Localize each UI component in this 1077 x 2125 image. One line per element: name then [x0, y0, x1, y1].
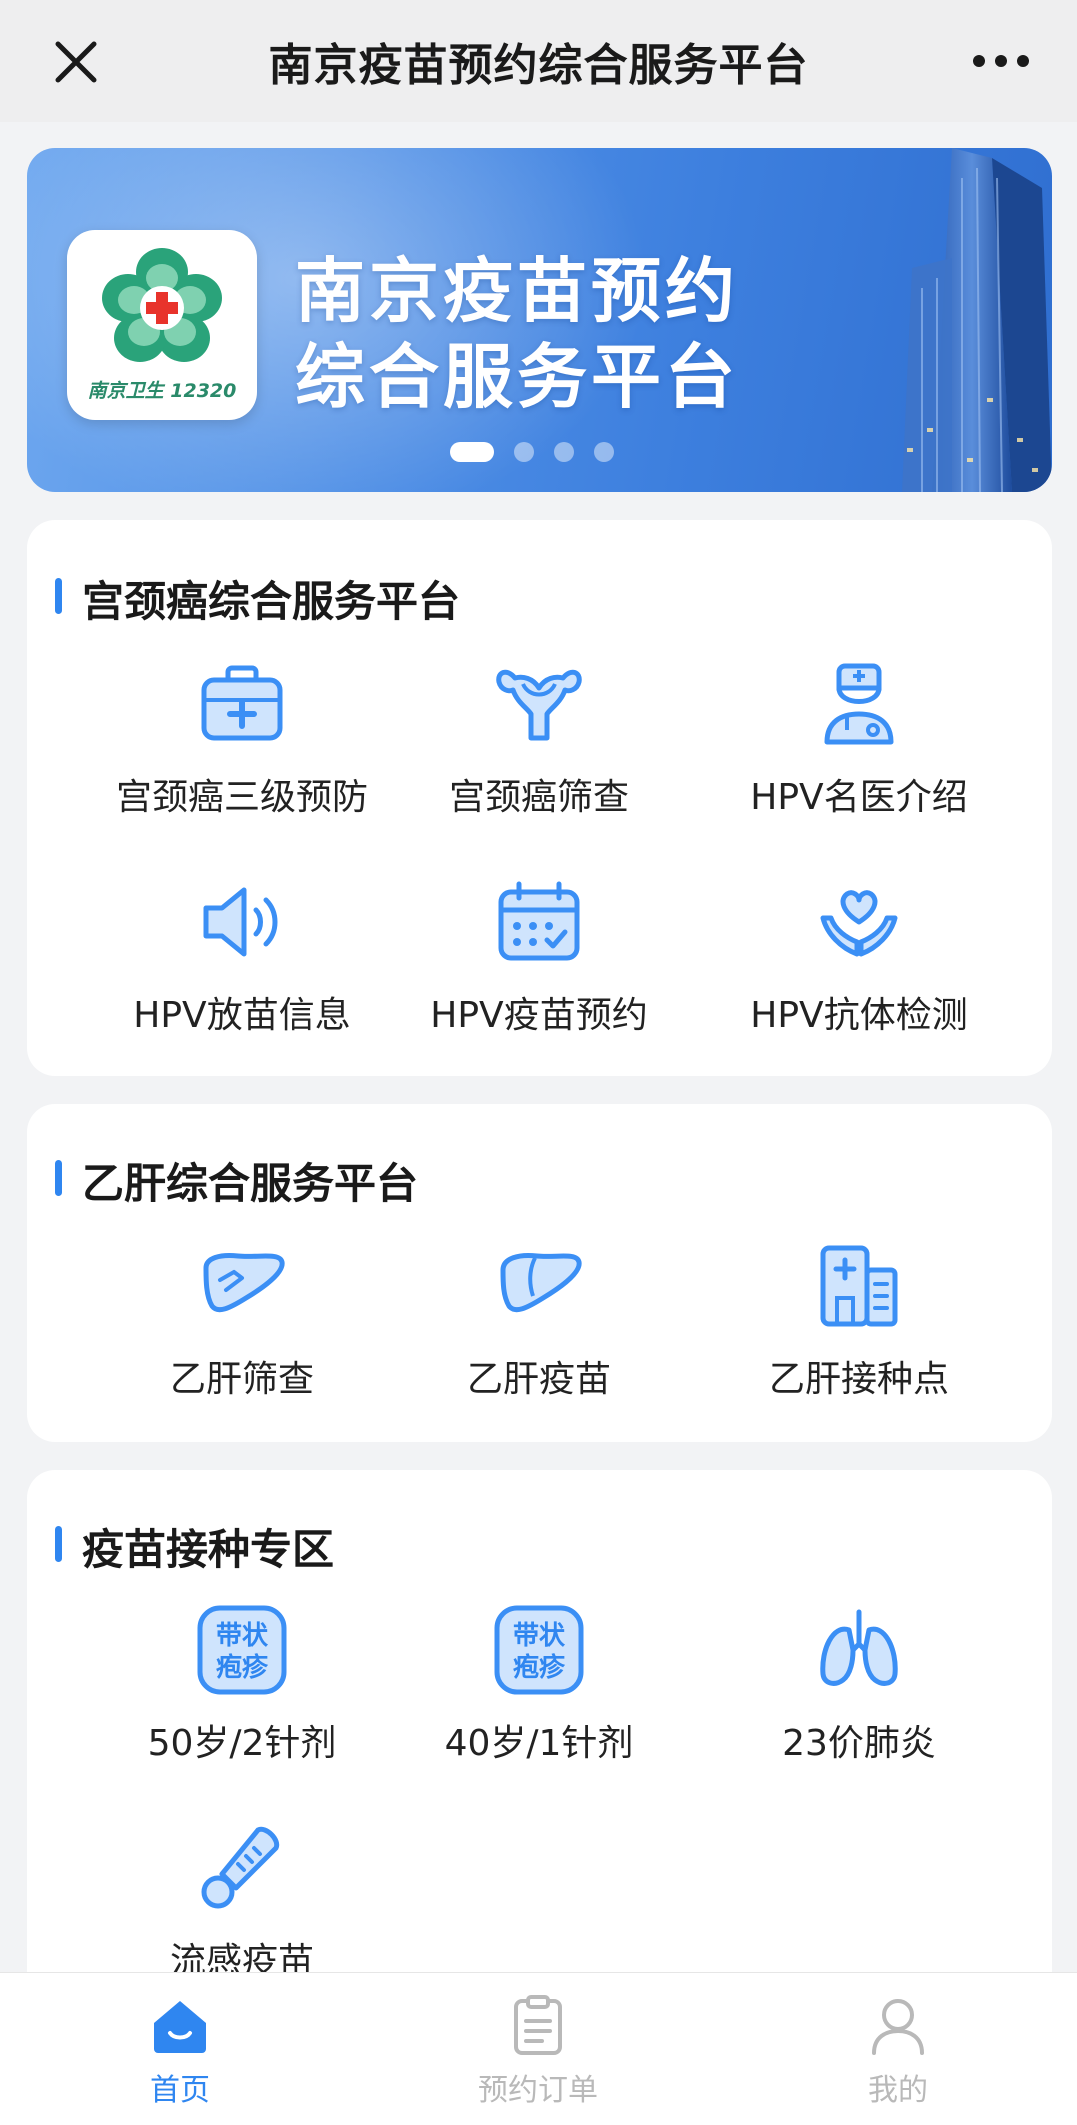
page-title: 南京疫苗预约综合服务平台	[268, 40, 809, 91]
flower-cross-logo-icon	[102, 248, 222, 362]
grid-item-cervical-screening[interactable]: 宫颈癌筛查	[374, 658, 704, 820]
grid-item-label: 乙肝疫苗	[466, 1359, 611, 1400]
tab-mine[interactable]: 我的	[798, 1993, 998, 2109]
section-accent-bar	[55, 578, 62, 614]
grid-item-cervical-prevention[interactable]: 宫颈癌三级预防	[77, 658, 407, 820]
doctor-icon	[824, 663, 894, 745]
grid-item-shingles-40[interactable]: 带状 疱疹 40岁/1针剂	[374, 1604, 704, 1766]
tab-label: 预约订单	[478, 2073, 598, 2108]
medical-kit-icon	[201, 665, 283, 741]
tab-home[interactable]: 首页	[80, 1993, 280, 2109]
liver-icon	[500, 1253, 582, 1313]
clipboard-icon	[514, 1995, 562, 2055]
speaker-icon	[203, 887, 278, 957]
cervical-cancer-card: 宫颈癌综合服务平台 宫颈癌三级预防 宫颈癌筛查 HPV名医介绍 HPV放苗信息 …	[27, 520, 1052, 1076]
lungs-icon	[820, 1609, 898, 1686]
grid-item-hepb-sites[interactable]: 乙肝接种点	[694, 1240, 1024, 1402]
bottom-tab-bar: 首页 预约订单 我的	[0, 1972, 1077, 2125]
grid-item-label: 宫颈癌筛查	[448, 777, 629, 818]
section-accent-bar	[55, 1526, 62, 1562]
carousel-indicator	[450, 442, 614, 462]
grid-item-shingles-50[interactable]: 带状 疱疹 50岁/2针剂	[77, 1604, 407, 1766]
banner-title: 南京疫苗预约 综合服务平台	[295, 248, 739, 420]
grid-item-hpv-antibody-test[interactable]: HPV抗体检测	[694, 876, 1024, 1038]
banner-title-line1: 南京疫苗预约	[295, 250, 739, 332]
skyscraper-image	[902, 148, 1052, 492]
section-title: 乙肝综合服务平台	[82, 1159, 419, 1208]
grid-item-hpv-appointment[interactable]: HPV疫苗预约	[374, 876, 704, 1038]
grid-item-label: 50岁/2针剂	[147, 1723, 337, 1764]
grid-item-flu-vaccine[interactable]: 流感疫苗	[77, 1822, 407, 1984]
section-title: 疫苗接种专区	[82, 1525, 335, 1574]
badge-text-line1: 带状	[216, 1621, 269, 1651]
logo-caption: 南京卫生 12320	[87, 380, 237, 402]
shingles-badge-icon: 带状 疱疹	[197, 1605, 287, 1695]
carousel-dot-1[interactable]	[450, 442, 494, 462]
grid-item-label: 乙肝接种点	[768, 1359, 949, 1400]
uterus-icon	[496, 669, 582, 741]
grid-item-hepb-screening[interactable]: 乙肝筛查	[77, 1240, 407, 1402]
grid-item-label: HPV抗体检测	[750, 995, 968, 1036]
section-accent-bar	[55, 1160, 62, 1196]
banner-carousel[interactable]: 南京卫生 12320 南京疫苗预约 综合服务平台	[27, 148, 1052, 492]
grid-item-hpv-doctors[interactable]: HPV名医介绍	[694, 658, 1024, 820]
hepatitis-b-card: 乙肝综合服务平台 乙肝筛查 乙肝疫苗 乙肝接种点	[27, 1104, 1052, 1442]
badge-text-line1: 带状	[513, 1621, 566, 1651]
grid-item-hepb-vaccine[interactable]: 乙肝疫苗	[374, 1240, 704, 1402]
liver-search-icon	[203, 1253, 285, 1313]
hospital-icon	[820, 1245, 898, 1327]
home-icon	[154, 2001, 206, 2053]
grid-item-label: 乙肝筛查	[169, 1359, 314, 1400]
grid-item-pneumonia-23[interactable]: 23价肺炎	[694, 1604, 1024, 1766]
grid-item-label: 23价肺炎	[782, 1723, 936, 1764]
carousel-dot-2[interactable]	[514, 442, 534, 462]
tab-label: 我的	[868, 2073, 928, 2108]
top-nav-bar: 南京疫苗预约综合服务平台	[0, 0, 1077, 122]
tab-orders[interactable]: 预约订单	[438, 1993, 638, 2109]
grid-item-label: 宫颈癌三级预防	[115, 777, 368, 818]
shingles-badge-icon: 带状 疱疹	[494, 1605, 584, 1695]
calendar-icon	[498, 881, 580, 961]
grid-item-hpv-release-info[interactable]: HPV放苗信息	[77, 876, 407, 1038]
carousel-dot-3[interactable]	[554, 442, 574, 462]
grid-item-label: 40岁/1针剂	[444, 1723, 634, 1764]
grid-item-label: HPV疫苗预约	[430, 995, 648, 1036]
section-title: 宫颈癌综合服务平台	[82, 577, 461, 626]
vaccination-zone-card: 疫苗接种专区 带状 疱疹 50岁/2针剂 带状 疱疹 40岁/1针剂 23价肺炎	[27, 1470, 1052, 2030]
banner-title-line2: 综合服务平台	[295, 336, 739, 418]
nanjing-health-logo: 南京卫生 12320	[67, 230, 257, 420]
carousel-dot-4[interactable]	[594, 442, 614, 462]
grid-item-label: HPV放苗信息	[133, 995, 351, 1036]
thermometer-icon	[201, 1826, 280, 1909]
close-icon[interactable]	[52, 38, 100, 86]
heart-hands-icon	[820, 890, 898, 957]
badge-text-line2: 疱疹	[216, 1652, 269, 1683]
tab-label: 首页	[150, 2073, 210, 2108]
user-icon	[872, 1999, 924, 2055]
badge-text-line2: 疱疹	[513, 1652, 566, 1683]
more-icon[interactable]	[973, 54, 1029, 68]
grid-item-label: HPV名医介绍	[750, 777, 968, 818]
